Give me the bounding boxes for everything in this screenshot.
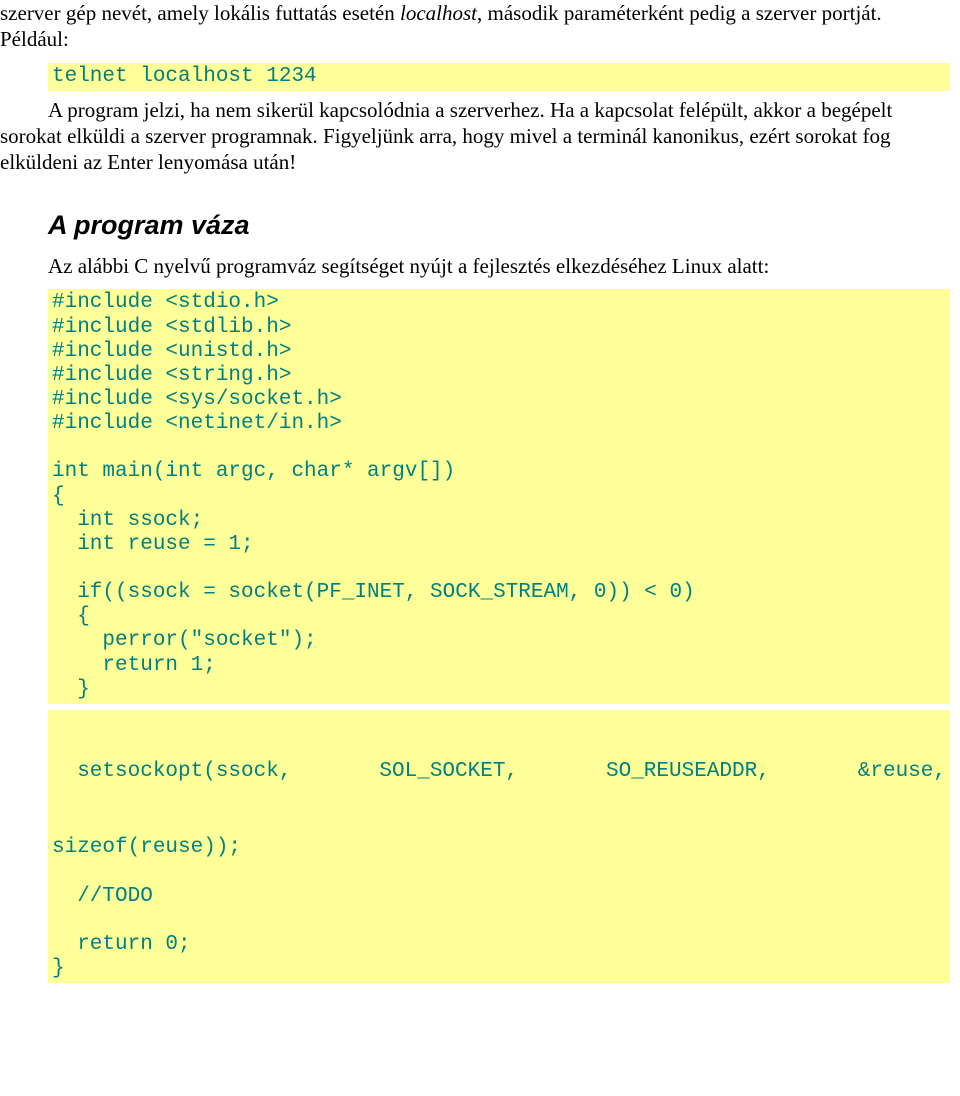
intro-paragraph: szerver gép nevét, amely lokális futtatá… <box>0 0 950 53</box>
intro-italic: localhost <box>400 1 477 25</box>
intro-pre: szerver gép nevét, amely lokális futtatá… <box>0 1 400 25</box>
document-body: szerver gép nevét, amely lokális futtatá… <box>0 0 960 1009</box>
setsockopt-line: setsockopt(ssock, SOL_SOCKET, SO_REUSEAD… <box>52 760 946 784</box>
after-code-paragraph: A program jelzi, ha nem sikerül kapcsoló… <box>0 97 950 176</box>
setsock-c: SO_REUSEADDR, <box>606 760 770 784</box>
setsock-d: &reuse, <box>858 760 946 784</box>
code-block-setsockopt: setsockopt(ssock, SOL_SOCKET, SO_REUSEAD… <box>48 710 950 835</box>
code-block-telnet: telnet localhost 1234 <box>48 63 950 91</box>
section-intro: Az alábbi C nyelvű programváz segítséget… <box>0 253 950 279</box>
setsock-b: SOL_SOCKET, <box>379 760 518 784</box>
section-heading: A program váza <box>48 209 950 243</box>
code-block-includes: #include <stdio.h> #include <stdlib.h> #… <box>48 289 950 703</box>
code-block-tail: sizeof(reuse)); //TODO return 0; } <box>48 834 950 983</box>
setsock-a: setsockopt(ssock, <box>52 760 291 784</box>
